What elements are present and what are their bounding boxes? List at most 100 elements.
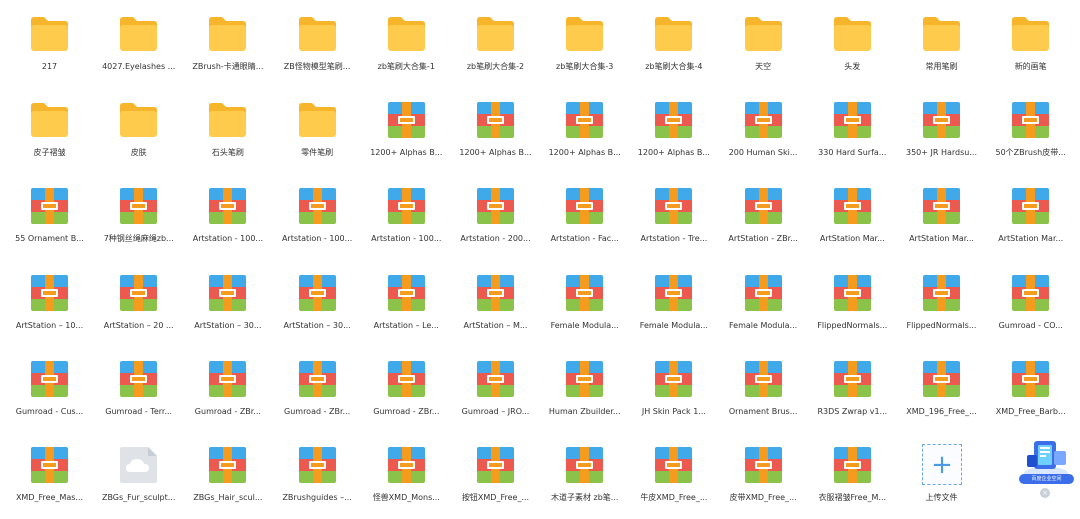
archive-file-item[interactable]: Artstation - 200... [451, 180, 540, 260]
archive-file-item[interactable]: FlippedNormals... [897, 267, 986, 347]
archive-file-item[interactable]: JH Skin Pack 1... [629, 353, 718, 433]
item-label: 1200+ Alphas B... [459, 148, 532, 158]
folder-item[interactable]: 新的画笔 [986, 8, 1075, 88]
archive-file-item[interactable]: XMD_196_Free_... [897, 353, 986, 433]
archive-file-item[interactable]: 1200+ Alphas B... [540, 94, 629, 174]
archive-file-item[interactable]: 55 Ornament B... [5, 180, 94, 260]
archive-file-item[interactable]: Female Modula... [719, 267, 808, 347]
folder-item[interactable]: zb笔刷大合集-3 [540, 8, 629, 88]
archive-file-item[interactable]: ArtStation Mar... [897, 180, 986, 260]
archive-file-item[interactable]: 皮带XMD_Free_... [719, 439, 808, 519]
folder-icon [29, 14, 70, 54]
archive-icon [832, 100, 873, 140]
item-label: ArtStation – M... [463, 320, 528, 330]
item-label: ZB怪物模型笔刷... [283, 62, 351, 71]
item-label: 1200+ Alphas B... [370, 148, 443, 158]
archive-file-item[interactable]: Gumroad - Cus... [5, 353, 94, 433]
archive-icon [1010, 186, 1051, 226]
archive-file-item[interactable]: Gumroad – JRO... [451, 353, 540, 433]
upload-file-button[interactable]: + 上传文件 [897, 439, 986, 519]
folder-item[interactable]: zb笔刷大合集-4 [629, 8, 718, 88]
archive-file-item[interactable]: XMD_Free_Mas... [5, 439, 94, 519]
archive-file-item[interactable]: Gumroad - Terr... [94, 353, 183, 433]
archive-icon [118, 359, 159, 399]
archive-file-item[interactable]: 衣服褶皱Free_M... [808, 439, 897, 519]
archive-icon [297, 359, 338, 399]
item-label: ArtStation Mar... [998, 234, 1064, 244]
archive-file-item[interactable]: Artstation - Tre... [629, 180, 718, 260]
archive-file-item[interactable]: R3DS Zwrap v1... [808, 353, 897, 433]
archive-file-item[interactable]: ArtStation – M... [451, 267, 540, 347]
archive-file-item[interactable]: 按钮XMD_Free_... [451, 439, 540, 519]
item-label: 350+ JR Hardsu... [906, 148, 977, 158]
archive-file-item[interactable]: ArtStation – 30... [183, 267, 272, 347]
archive-icon [832, 445, 873, 485]
folder-item[interactable]: ZBrush-卡通眼睛... [183, 8, 272, 88]
folder-item[interactable]: 皮肤 [94, 94, 183, 174]
archive-file-item[interactable]: ArtStation – 30... [273, 267, 362, 347]
archive-file-item[interactable]: 1200+ Alphas B... [362, 94, 451, 174]
folder-icon [921, 14, 962, 54]
archive-file-item[interactable]: Artstation - Fac... [540, 180, 629, 260]
archive-file-item[interactable]: ArtStation - ZBr... [719, 180, 808, 260]
archive-icon [564, 273, 605, 313]
widget-close-button[interactable]: × [1040, 488, 1050, 498]
folder-item[interactable]: 零件笔刷 [273, 94, 362, 174]
archive-file-item[interactable]: ArtStation Mar... [808, 180, 897, 260]
archive-file-item[interactable]: ArtStation – 10... [5, 267, 94, 347]
item-label: XMD_Free_Mas... [15, 493, 84, 502]
archive-icon [743, 100, 784, 140]
folder-item[interactable]: 石头笔刷 [183, 94, 272, 174]
archive-file-item[interactable]: Gumroad - ZBr... [183, 353, 272, 433]
archive-file-item[interactable]: 木道子素材 zb笔... [540, 439, 629, 519]
archive-file-item[interactable]: Female Modula... [629, 267, 718, 347]
archive-file-item[interactable]: 50个ZBrush皮带... [986, 94, 1075, 174]
archive-file-item[interactable]: ArtStation – 20 ... [94, 267, 183, 347]
archive-file-item[interactable]: Ornament Brus... [719, 353, 808, 433]
archive-file-item[interactable]: ZBrushguides –... [273, 439, 362, 519]
folder-item[interactable]: 常用笔刷 [897, 8, 986, 88]
item-label: Gumroad - ZBr... [194, 406, 261, 416]
cloud-file-item[interactable]: ZBGs_Fur_sculpt... [94, 439, 183, 519]
archive-icon [207, 445, 248, 485]
archive-file-item[interactable]: 1200+ Alphas B... [629, 94, 718, 174]
archive-file-item[interactable]: Artstation - 100... [273, 180, 362, 260]
archive-file-item[interactable]: Artstation – Le... [362, 267, 451, 347]
archive-icon [653, 359, 694, 399]
archive-file-item[interactable]: ArtStation Mar... [986, 180, 1075, 260]
item-label: Gumroad - Cus... [15, 406, 84, 416]
archive-file-item[interactable]: Female Modula... [540, 267, 629, 347]
folder-item[interactable]: 217 [5, 8, 94, 88]
archive-icon [564, 359, 605, 399]
archive-file-item[interactable]: 7种钢丝绳麻绳zb... [94, 180, 183, 260]
item-label: 新的画笔 [1014, 62, 1047, 71]
archive-file-item[interactable]: 350+ JR Hardsu... [897, 94, 986, 174]
archive-icon [921, 186, 962, 226]
archive-icon [118, 273, 159, 313]
archive-file-item[interactable]: Artstation - 100... [183, 180, 272, 260]
archive-file-item[interactable]: 1200+ Alphas B... [451, 94, 540, 174]
archive-file-item[interactable]: XMD_Free_Barb... [986, 353, 1075, 433]
archive-file-item[interactable]: FlippedNormals... [808, 267, 897, 347]
archive-file-item[interactable]: Gumroad - ZBr... [362, 353, 451, 433]
floating-cloud-widget[interactable]: 百度企业空间 [1019, 433, 1074, 495]
folder-item[interactable]: zb笔刷大合集-1 [362, 8, 451, 88]
archive-file-item[interactable]: 200 Human Ski... [719, 94, 808, 174]
archive-file-item[interactable]: 牛皮XMD_Free_... [629, 439, 718, 519]
folder-item[interactable]: 皮子褶皱 [5, 94, 94, 174]
archive-file-item[interactable]: 怪兽XMD_Mons... [362, 439, 451, 519]
archive-file-item[interactable]: 330 Hard Surfa... [808, 94, 897, 174]
archive-file-item[interactable]: Human Zbuilder... [540, 353, 629, 433]
item-label: 50个ZBrush皮带... [995, 148, 1066, 158]
folder-item[interactable]: 天空 [719, 8, 808, 88]
folder-item[interactable]: 4027.Eyelashes ... [94, 8, 183, 88]
folder-item[interactable]: ZB怪物模型笔刷... [273, 8, 362, 88]
folder-item[interactable]: zb笔刷大合集-2 [451, 8, 540, 88]
folder-item[interactable]: 头发 [808, 8, 897, 88]
archive-file-item[interactable]: Gumroad - ZBr... [273, 353, 362, 433]
item-label: ArtStation - ZBr... [728, 234, 798, 244]
archive-file-item[interactable]: Artstation - 100... [362, 180, 451, 260]
item-label: 1200+ Alphas B... [548, 148, 621, 158]
archive-file-item[interactable]: Gumroad - CO... [986, 267, 1075, 347]
archive-file-item[interactable]: ZBGs_Hair_scul... [183, 439, 272, 519]
